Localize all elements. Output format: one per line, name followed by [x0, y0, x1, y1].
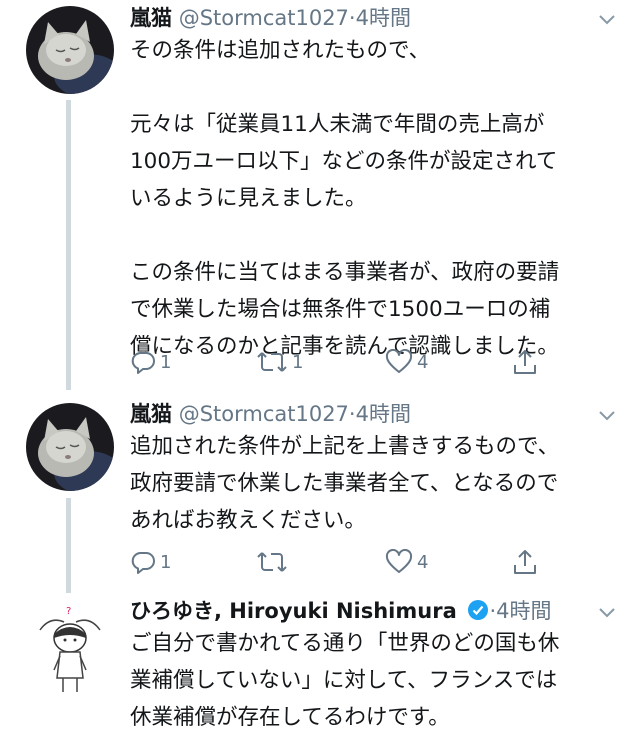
- display-name[interactable]: 嵐猫: [130, 402, 172, 426]
- tweet-actions: 1 1 4: [130, 347, 550, 377]
- timestamp[interactable]: 4時間: [496, 599, 551, 623]
- retweet-button[interactable]: [256, 547, 292, 577]
- tweet-header: ひろゆき, Hiroyuki Nishimura ·4時間: [130, 597, 552, 628]
- avatar-hiroyuki[interactable]: ?: [26, 600, 114, 700]
- retweet-icon: [257, 352, 287, 372]
- like-icon: [385, 349, 413, 373]
- separator: ·: [348, 402, 356, 426]
- separator: ·: [348, 6, 356, 30]
- share-icon: [514, 550, 536, 574]
- tweet-header: 嵐猫 @Stormcat1027·4時間: [130, 4, 411, 32]
- thread-line-2: [66, 498, 71, 593]
- reply-button[interactable]: 1: [130, 347, 171, 377]
- thread-line-1: [66, 100, 71, 390]
- handle[interactable]: @Stormcat1027: [179, 6, 349, 30]
- like-count: 4: [417, 351, 429, 373]
- retweet-count: 1: [292, 351, 304, 373]
- timestamp[interactable]: 4時間: [356, 6, 411, 30]
- retweet-icon: [257, 552, 287, 572]
- tweet-text: ご自分で書かれてる通り「世界のどの国も休 業補償していない」に対して、フランスで…: [130, 631, 560, 730]
- share-icon: [514, 350, 536, 374]
- chevron-down-icon[interactable]: [596, 601, 618, 623]
- like-button[interactable]: 4: [385, 347, 428, 377]
- avatar-stormcat[interactable]: [26, 403, 114, 491]
- tweet-actions: 1 4: [130, 547, 550, 577]
- display-name[interactable]: ひろゆき, Hiroyuki Nishimura: [130, 599, 457, 623]
- timestamp[interactable]: 4時間: [356, 402, 411, 426]
- chevron-down-icon[interactable]: [596, 404, 618, 426]
- svg-text:?: ?: [66, 606, 71, 617]
- share-button[interactable]: [512, 347, 538, 377]
- verified-badge-icon: [467, 599, 489, 628]
- reply-count: 1: [160, 351, 172, 373]
- retweet-button[interactable]: 1: [256, 347, 303, 377]
- reply-button[interactable]: 1: [130, 547, 171, 577]
- reply-count: 1: [160, 551, 172, 573]
- reply-icon: [131, 552, 155, 574]
- display-name[interactable]: 嵐猫: [130, 6, 172, 30]
- chevron-down-icon[interactable]: [596, 8, 618, 30]
- like-button[interactable]: 4: [385, 547, 428, 577]
- tweet-text: 追加された条件が上記を上書きするもので、 政府要請で休業した事業者全て、となるの…: [130, 434, 560, 533]
- reply-icon: [131, 352, 155, 374]
- tweet-header: 嵐猫 @Stormcat1027·4時間: [130, 400, 411, 428]
- avatar-stormcat[interactable]: [26, 6, 114, 94]
- tweet-text: その条件は追加されたもので、 元々は「従業員11人未満で年間の売上高が 100万…: [130, 38, 560, 359]
- like-count: 4: [417, 551, 429, 573]
- like-icon: [385, 549, 413, 573]
- share-button[interactable]: [512, 547, 538, 577]
- handle[interactable]: @Stormcat1027: [179, 402, 349, 426]
